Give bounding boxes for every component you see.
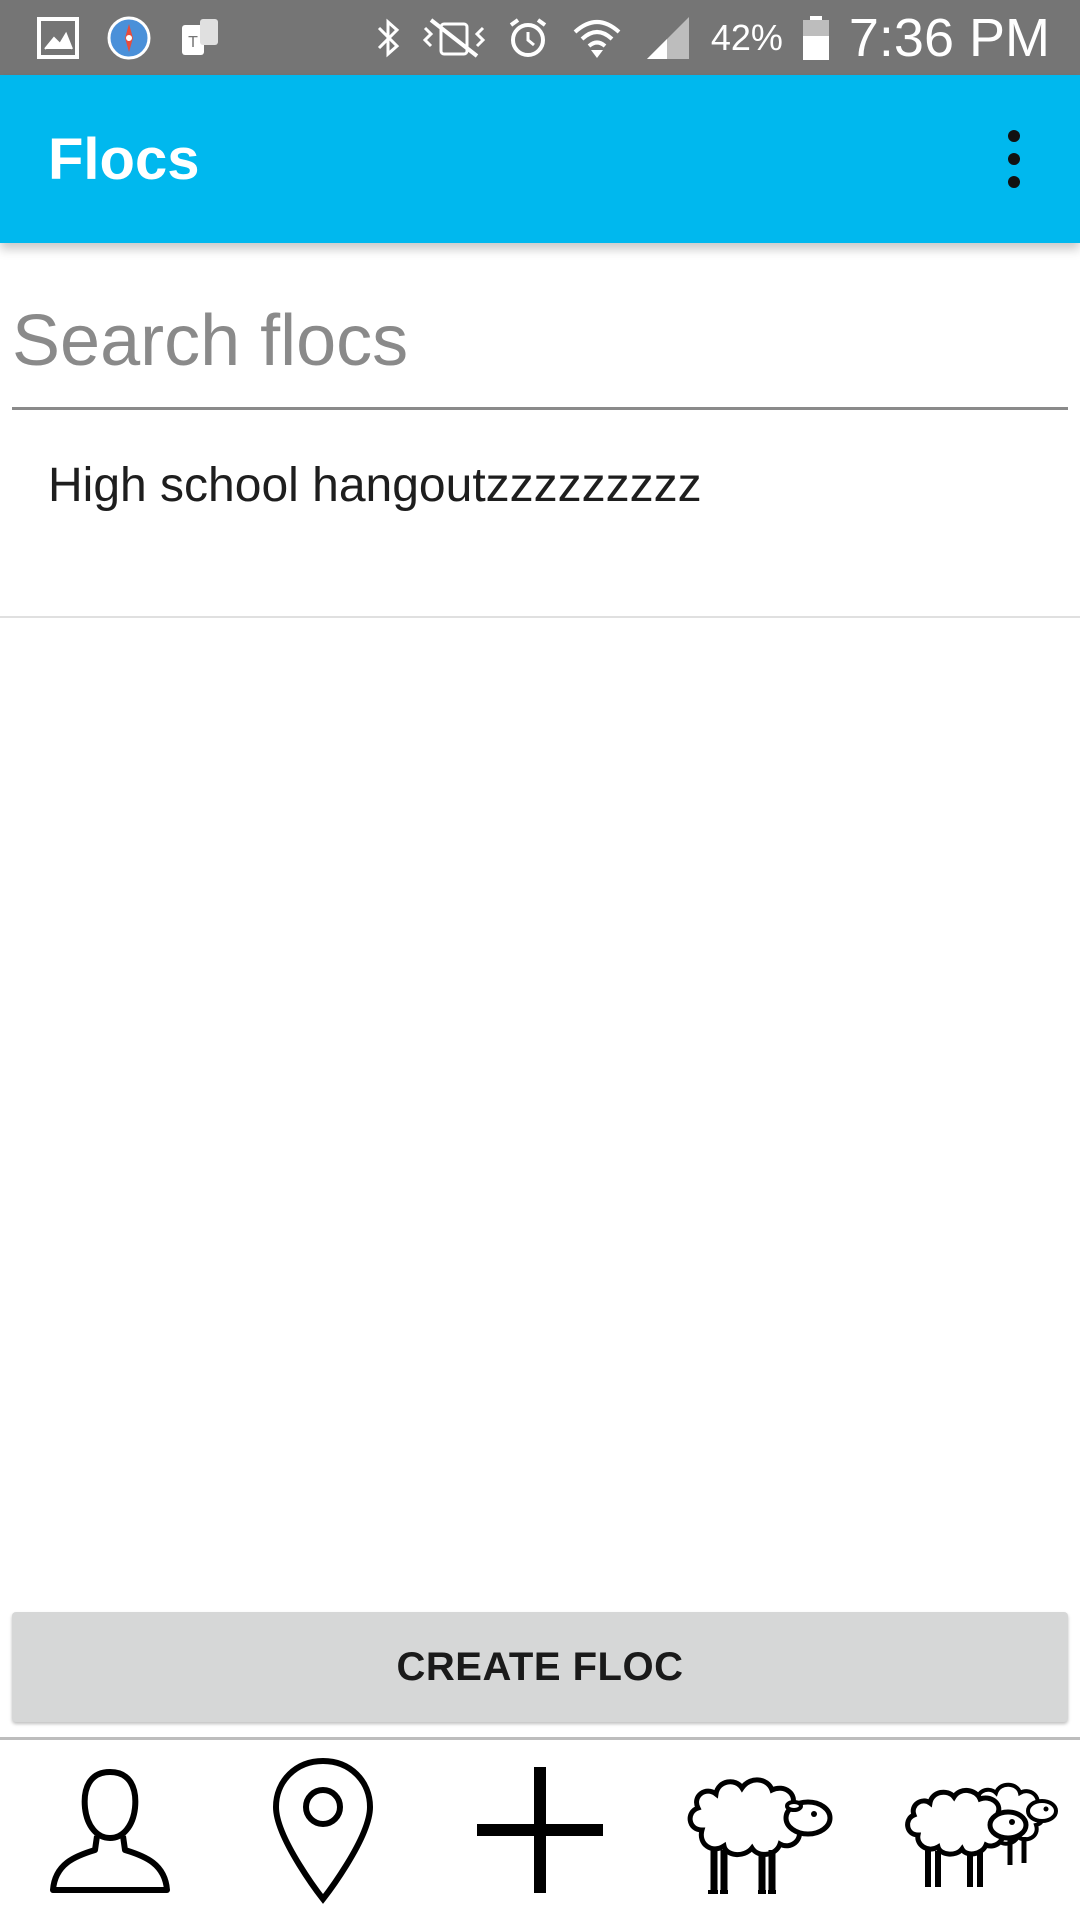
battery-percent: 42% <box>710 16 783 58</box>
search-input[interactable] <box>12 286 1068 396</box>
more-vert-icon[interactable] <box>994 119 1034 199</box>
gallery-icon <box>36 16 80 60</box>
status-time: 7:36 PM <box>848 7 1050 68</box>
compass-icon <box>106 15 152 61</box>
wifi-icon <box>569 14 625 62</box>
tmobile-icon: T <box>178 15 224 61</box>
signal-icon <box>643 15 693 61</box>
search-container <box>12 286 1068 410</box>
battery-icon <box>801 14 831 62</box>
list-item[interactable]: High school hangoutzzzzzzzzz <box>0 410 1080 618</box>
menu-dot <box>1008 153 1020 165</box>
app-bar: Flocs <box>0 75 1080 243</box>
vibrate-icon <box>421 16 487 60</box>
menu-dot <box>1008 176 1020 188</box>
add-icon[interactable] <box>450 1740 630 1920</box>
location-pin-icon[interactable] <box>233 1740 413 1920</box>
bottom-navigation <box>0 1740 1080 1920</box>
svg-text:T: T <box>188 34 198 51</box>
menu-dot <box>1008 130 1020 142</box>
profile-icon[interactable] <box>20 1740 200 1920</box>
flock-icon[interactable] <box>885 1740 1075 1920</box>
sheep-icon[interactable] <box>665 1740 855 1920</box>
status-bar: T 42% 7:36 PM <box>0 0 1080 75</box>
floc-list: High school hangoutzzzzzzzzz <box>0 410 1080 618</box>
create-floc-button[interactable]: CREATE FLOC <box>12 1612 1068 1722</box>
alarm-icon <box>505 15 551 61</box>
bluetooth-icon <box>373 16 403 60</box>
page-title: Flocs <box>48 126 200 192</box>
